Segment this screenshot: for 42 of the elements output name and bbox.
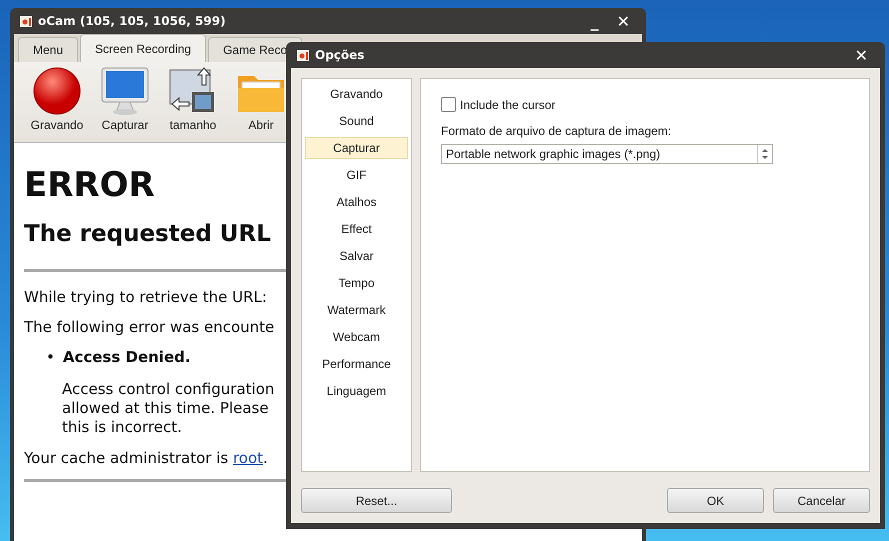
close-button[interactable]: ✕: [848, 46, 874, 64]
tab[interactable]: Screen Recording: [80, 34, 206, 62]
field-label: Formato de arquivo de captura de imagem:: [441, 124, 672, 138]
paragraph: Access control configuration allowed at this time. Please this is incorrect.: [61, 380, 274, 437]
paragraph: The following error was encounte: [24, 318, 274, 336]
record-icon: [32, 66, 82, 116]
toolbar-button[interactable]: tamanho: [160, 66, 226, 138]
toolbar-button[interactable]: Capturar: [92, 66, 158, 138]
error-heading: ERROR: [24, 165, 155, 205]
monitor-icon: [100, 66, 150, 116]
error-subheading: The requested URL: [24, 221, 271, 247]
dialog-button[interactable]: Reset...: [301, 488, 452, 513]
category-item[interactable]: Watermark: [305, 299, 408, 321]
category-item[interactable]: Capturar: [305, 137, 408, 159]
dialog-title: Opções: [315, 48, 364, 62]
category-item[interactable]: Performance: [305, 353, 408, 375]
format-select[interactable]: Portable network graphic images (*.png): [441, 144, 773, 164]
dialog-button[interactable]: Cancelar: [773, 488, 870, 513]
checkbox[interactable]: [441, 97, 456, 112]
toolbar-button[interactable]: Gravando: [24, 66, 90, 138]
category-item[interactable]: Gravando: [305, 83, 408, 105]
dialog-button[interactable]: OK: [667, 488, 764, 513]
category-item[interactable]: Linguagem: [305, 380, 408, 402]
category-item[interactable]: Atalhos: [305, 191, 408, 213]
paragraph: While trying to retrieve the URL:: [24, 288, 267, 306]
admin-link[interactable]: root: [232, 449, 264, 467]
checkbox-label: Include the cursor: [460, 98, 556, 112]
category-item[interactable]: Effect: [305, 218, 408, 240]
bullet-item: Access Denied.: [62, 348, 191, 366]
category-item[interactable]: Webcam: [305, 326, 408, 348]
tab[interactable]: Menu: [18, 37, 78, 62]
app-icon: [297, 50, 309, 60]
window-title: oCam (105, 105, 1056, 599): [38, 14, 226, 28]
category-item[interactable]: Sound: [305, 110, 408, 132]
close-button[interactable]: ✕: [610, 12, 636, 30]
paragraph: Your cache administrator is root.: [24, 449, 268, 467]
category-item[interactable]: Salvar: [305, 245, 408, 267]
minimize-button[interactable]: _: [584, 12, 605, 30]
category-item[interactable]: Tempo: [305, 272, 408, 294]
category-item[interactable]: GIF: [305, 164, 408, 186]
bullet-marker: •: [46, 348, 55, 366]
app-icon: [20, 16, 32, 26]
